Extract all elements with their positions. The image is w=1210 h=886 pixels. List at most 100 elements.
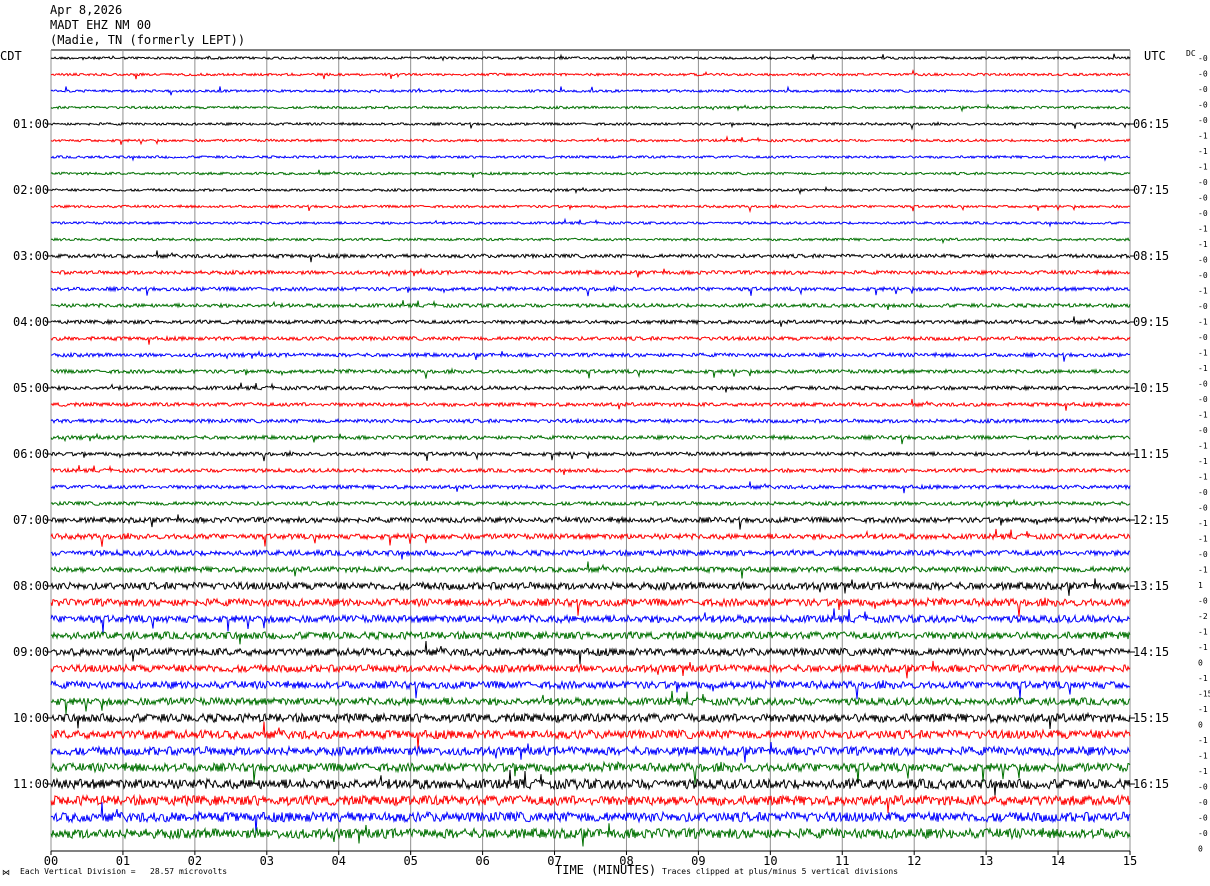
- trace-row: [50, 660, 1131, 679]
- trace-row: [50, 690, 1131, 715]
- dc-offset-label: 1: [1198, 581, 1203, 590]
- scale-note: Each Vertical Division = 28.57 microvolt…: [20, 867, 228, 876]
- x-axis-title: TIME (MINUTES): [555, 863, 657, 877]
- dc-offset-label: -1: [1198, 674, 1208, 683]
- x-tick-label: 00: [44, 854, 58, 868]
- cdt-hour-label: 07:00: [13, 513, 49, 527]
- utc-hour-label: 15:15: [1133, 711, 1169, 725]
- dc-offset-label: -1: [1198, 364, 1208, 373]
- cdt-hour-label: 08:00: [13, 579, 49, 593]
- trace-row: [50, 548, 1131, 560]
- cdt-hour-label: 04:00: [13, 315, 49, 329]
- x-tick-label: 06: [475, 854, 489, 868]
- x-tick-label: 13: [979, 854, 993, 868]
- cdt-hour-label: 03:00: [13, 249, 49, 263]
- cdt-hour-label: 06:00: [13, 447, 49, 461]
- trace-row: [50, 449, 1131, 462]
- trace-row: [50, 382, 1131, 393]
- trace-row: [50, 481, 1131, 494]
- utc-hour-label: 12:15: [1133, 513, 1169, 527]
- seismogram-chart: 00 01 02 03 04 05 06 07 08 09 10 11 12 13 14 15 01:0002…: [13, 49, 1210, 868]
- utc-hour-label: 13:15: [1133, 579, 1169, 593]
- x-tick-label: 11: [835, 854, 849, 868]
- dc-offset-label: -0: [1198, 426, 1208, 435]
- trace-row: [50, 53, 1131, 62]
- trace-row: [50, 203, 1131, 214]
- cdt-hour-label: 05:00: [13, 381, 49, 395]
- trace-row: [50, 596, 1131, 617]
- dc-offset-label: -1: [1198, 287, 1208, 296]
- dc-offset-label: -1: [1198, 566, 1208, 575]
- dc-offset-label: -1: [1198, 519, 1208, 528]
- trace-row: [50, 417, 1130, 425]
- dc-offset-label: -1: [1198, 318, 1208, 327]
- dc-offset-label: -2: [1198, 612, 1208, 621]
- dc-offset-label: -1: [1198, 643, 1208, 652]
- trace-row: [50, 299, 1131, 310]
- dc-offset-label: -15: [1198, 690, 1210, 699]
- x-tick-label: 15: [1123, 854, 1137, 868]
- dc-offset-label: -1: [1198, 736, 1208, 745]
- dc-offset-label: -1: [1198, 767, 1208, 776]
- dc-offset-label: -1: [1198, 752, 1208, 761]
- dc-offset-label: -1: [1198, 628, 1208, 637]
- trace-row: [50, 237, 1131, 245]
- dc-offset-label: -0: [1198, 302, 1208, 311]
- x-tick-label: 02: [188, 854, 202, 868]
- x-tick-label: 05: [403, 854, 417, 868]
- trace-row: [50, 335, 1131, 345]
- dc-offset-label: -0: [1198, 70, 1208, 79]
- dc-offset-label: 0: [1198, 721, 1203, 730]
- cdt-hour-label: 11:00: [13, 777, 49, 791]
- trace-row: [50, 169, 1131, 178]
- clip-note: Traces clipped at plus/minus 5 vertical …: [662, 867, 899, 876]
- utc-hour-label: 10:15: [1133, 381, 1169, 395]
- utc-hour-label: 11:15: [1133, 447, 1169, 461]
- trace-row: [50, 217, 1131, 228]
- dc-offset-label: -0: [1198, 597, 1208, 606]
- dc-offset-label: -1: [1198, 132, 1208, 141]
- trace-row: [50, 85, 1131, 96]
- cdt-hour-label: 02:00: [13, 183, 49, 197]
- dc-offset-label: -1: [1198, 473, 1208, 482]
- trace-row: [50, 528, 1131, 547]
- dc-offset-label: -0: [1198, 488, 1208, 497]
- trace-row: [50, 640, 1131, 665]
- dc-offset-label: -1: [1198, 349, 1208, 358]
- trace-row: [50, 742, 1131, 763]
- dc-offset-label: -0: [1198, 550, 1208, 559]
- dc-offset-label: -0: [1198, 333, 1208, 342]
- trace-row: [50, 398, 1130, 411]
- trace-row: [50, 561, 1131, 579]
- dc-offset-label: -1: [1198, 225, 1208, 234]
- trace-row: [50, 367, 1131, 379]
- x-tick-label: 12: [907, 854, 921, 868]
- dc-offset-label: -0: [1198, 194, 1208, 203]
- trace-row: [50, 103, 1131, 113]
- dc-offset-label: -0: [1198, 256, 1208, 265]
- dc-offset-label: -0: [1198, 814, 1208, 823]
- dc-offset-label: -1: [1198, 442, 1208, 451]
- trace-row: [50, 679, 1131, 700]
- trace-row: [50, 121, 1131, 131]
- dc-offset-labels: -0 -0 -0 -0 -0 -1 -1 -1 -0 -0 -0 -1 -1 -0 -0 -1 -0 -1 -0 -1…: [1198, 54, 1210, 854]
- dc-offset-label: -0: [1198, 85, 1208, 94]
- trace-row: [50, 135, 1131, 146]
- dc-offset-label: -0: [1198, 504, 1208, 513]
- trace-row: [50, 769, 1131, 796]
- trace-row: [50, 316, 1131, 327]
- trace-row: [50, 630, 1131, 645]
- x-tick-label: 10: [763, 854, 777, 868]
- dc-offset-label: -0: [1198, 783, 1208, 792]
- trace-row: [50, 350, 1131, 362]
- dc-offset-label: -1: [1198, 163, 1208, 172]
- cdt-hour-label: 10:00: [13, 711, 49, 725]
- trace-row: [50, 721, 1131, 749]
- utc-hour-label: 07:15: [1133, 183, 1169, 197]
- trace-row: [50, 793, 1131, 814]
- x-tick-label: 03: [260, 854, 274, 868]
- x-tick-label: 09: [691, 854, 705, 868]
- utc-hour-label: 09:15: [1133, 315, 1169, 329]
- trace-row: [50, 432, 1131, 445]
- corner-mark: ⋈: [2, 868, 10, 877]
